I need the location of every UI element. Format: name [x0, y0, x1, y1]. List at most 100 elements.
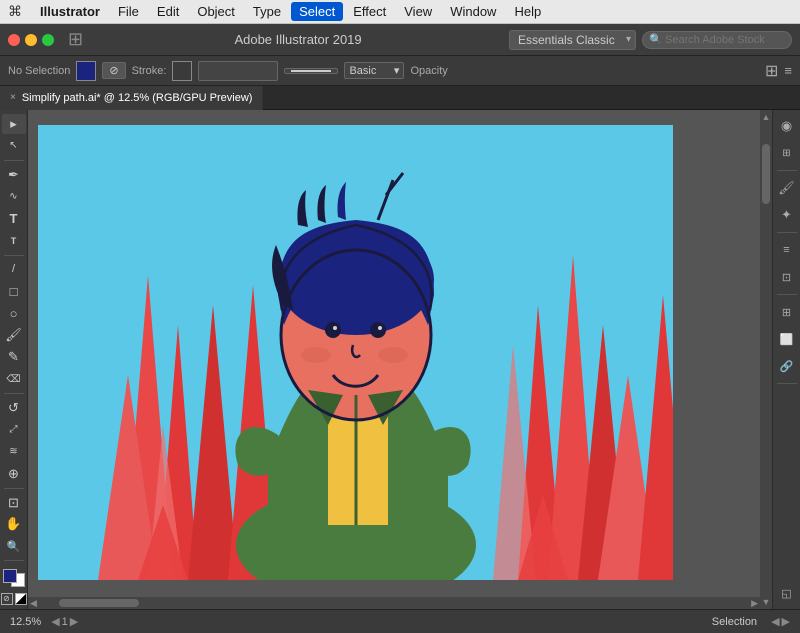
brush-panel-icon[interactable]: 🖌 — [775, 176, 799, 200]
ellipse-tool[interactable]: ○ — [2, 303, 26, 323]
fill-swatch[interactable] — [76, 61, 96, 81]
menu-illustrator[interactable]: Illustrator — [32, 2, 108, 21]
artboard-nav: ◀ 1 ▶ — [51, 615, 78, 628]
shape-builder-tool[interactable]: ⊕ — [2, 464, 26, 484]
rotate-tool[interactable]: ↺ — [2, 398, 26, 418]
align-icon[interactable]: ⊞ — [765, 61, 778, 81]
menu-type[interactable]: Type — [245, 2, 289, 21]
artboard-tool[interactable]: ⊡ — [2, 493, 26, 513]
line-tool[interactable]: / — [2, 259, 26, 279]
main-layout: ▸ ↖ ✒ ∿ T T / □ ○ 🖌 ✎ — [0, 110, 800, 609]
symbol-panel-icon[interactable]: ✦ — [775, 203, 799, 227]
menu-help[interactable]: Help — [506, 2, 549, 21]
search-input[interactable] — [642, 31, 792, 49]
app-toolbar: ⊞ Adobe Illustrator 2019 Essentials Clas… — [0, 24, 800, 56]
search-wrapper: 🔍 — [642, 31, 792, 49]
menu-select[interactable]: Select — [291, 2, 343, 21]
active-tab[interactable]: × Simplify path.ai* @ 12.5% (RGB/GPU Pre… — [0, 86, 263, 110]
menu-effect[interactable]: Effect — [345, 2, 394, 21]
workspace-selector[interactable]: Essentials Classic — [509, 30, 636, 50]
color-guide-icon[interactable]: ⊞ — [775, 141, 799, 165]
panel-divider-2 — [777, 232, 797, 233]
select-tool[interactable]: ▸ — [2, 114, 26, 134]
right-panel: ◉ ⊞ 🖌 ✦ ≡ ⊡ ⊞ ⬜ 🔗 ◱ — [772, 110, 800, 609]
scroll-right-button[interactable]: ▶ — [749, 596, 760, 610]
scroll-left-button[interactable]: ◀ — [28, 596, 39, 610]
layers-panel-icon[interactable]: ⊞ — [775, 300, 799, 324]
align-panel-icon[interactable]: ≡ — [775, 238, 799, 262]
scale-tool[interactable]: ⤢ — [2, 420, 26, 440]
status-arrows: ◀ ▶ — [771, 615, 790, 628]
direct-select-tool[interactable]: ↖ — [2, 136, 26, 156]
fill-icon: ⊘ — [109, 64, 118, 77]
app-title: Adobe Illustrator 2019 — [93, 32, 503, 47]
menu-edit[interactable]: Edit — [149, 2, 187, 21]
tab-close-button[interactable]: × — [10, 92, 16, 103]
status-left-arrow[interactable]: ◀ — [771, 615, 779, 628]
curvature-tool[interactable]: ∿ — [2, 187, 26, 207]
close-button[interactable] — [8, 34, 20, 46]
stroke-field[interactable] — [198, 61, 278, 81]
artboards-panel-icon[interactable]: ⬜ — [775, 327, 799, 351]
vertical-scrollbar[interactable]: ▲ ▼ — [760, 110, 772, 609]
foreground-color-swatch[interactable] — [3, 569, 17, 583]
next-artboard-button[interactable]: ▶ — [70, 615, 78, 628]
scroll-thumb-h[interactable] — [59, 599, 139, 607]
tool-divider-4 — [4, 488, 24, 489]
pen-icon: ✒ — [8, 167, 19, 183]
prev-artboard-button[interactable]: ◀ — [51, 615, 59, 628]
menu-object[interactable]: Object — [189, 2, 243, 21]
transform-panel-icon[interactable]: ⊡ — [775, 265, 799, 289]
tab-title: Simplify path.ai* @ 12.5% (RGB/GPU Previ… — [22, 92, 253, 104]
fill-indicator[interactable]: ⊘ — [102, 62, 125, 79]
links-panel-icon[interactable]: 🔗 — [775, 354, 799, 378]
menu-window[interactable]: Window — [442, 2, 504, 21]
tool-divider-3 — [4, 393, 24, 394]
minimize-button[interactable] — [25, 34, 37, 46]
brush-selector[interactable]: Basic ▾ — [344, 62, 404, 79]
zoom-level: 12.5% — [10, 616, 41, 628]
tab-bar: × Simplify path.ai* @ 12.5% (RGB/GPU Pre… — [0, 86, 800, 110]
scroll-thumb-v[interactable] — [762, 144, 770, 204]
eraser-tool[interactable]: ⌫ — [2, 369, 26, 389]
options-bar: No Selection ⊘ Stroke: Basic ▾ Opacity ⊞… — [0, 56, 800, 86]
eraser-icon: ⌫ — [6, 374, 20, 385]
properties-panel-icon[interactable]: ◱ — [775, 581, 799, 605]
horizontal-scrollbar[interactable]: ◀ ▶ — [28, 597, 760, 609]
stroke-swatch[interactable] — [172, 61, 192, 81]
artboard — [38, 125, 673, 580]
canvas-area[interactable]: ▲ ▼ ◀ ▶ — [28, 110, 772, 609]
scroll-up-button[interactable]: ▲ — [760, 110, 772, 124]
apple-menu[interactable]: ⌘ — [8, 3, 22, 20]
menu-view[interactable]: View — [396, 2, 440, 21]
scroll-down-button[interactable]: ▼ — [760, 595, 772, 609]
menu-file[interactable]: File — [110, 2, 147, 21]
tool-mode: Selection — [712, 616, 757, 628]
stroke-width-area — [198, 61, 278, 81]
pencil-tool[interactable]: ✎ — [2, 347, 26, 367]
gradient-icon[interactable] — [15, 593, 27, 605]
stroke-style-selector[interactable] — [284, 68, 338, 74]
pen-tool[interactable]: ✒ — [2, 165, 26, 185]
no-color-icon[interactable]: ⊘ — [1, 593, 13, 605]
warp-icon: ≋ — [9, 446, 17, 457]
sidebar-toggle-icon[interactable]: ⊞ — [68, 29, 83, 50]
warp-tool[interactable]: ≋ — [2, 442, 26, 462]
color-wheel-icon[interactable]: ◉ — [775, 114, 799, 138]
traffic-lights — [8, 34, 54, 46]
type-tool[interactable]: T — [2, 209, 26, 229]
paintbrush-tool[interactable]: 🖌 — [2, 325, 26, 345]
maximize-button[interactable] — [42, 34, 54, 46]
status-bar: 12.5% ◀ 1 ▶ Selection ◀ ▶ — [0, 609, 800, 633]
hand-tool[interactable]: ✋ — [2, 515, 26, 535]
transform-icon[interactable]: ≡ — [784, 63, 792, 78]
selection-label: No Selection — [8, 65, 70, 77]
select-icon: ▸ — [10, 116, 17, 132]
zoom-tool[interactable]: 🔍 — [2, 536, 26, 556]
tool-divider-2 — [4, 255, 24, 256]
touch-type-tool[interactable]: T — [2, 231, 26, 251]
rect-tool[interactable]: □ — [2, 281, 26, 301]
status-right-arrow[interactable]: ▶ — [782, 615, 790, 628]
color-mode-row: ⊘ — [1, 593, 27, 605]
artwork — [38, 125, 673, 580]
